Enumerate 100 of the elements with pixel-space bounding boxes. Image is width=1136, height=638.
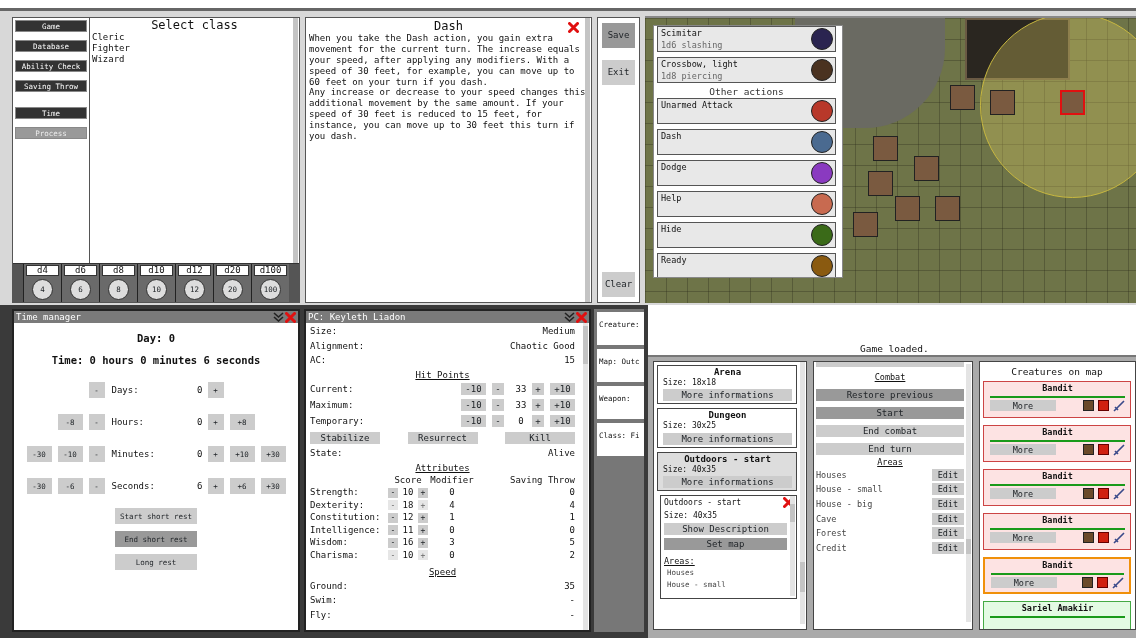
portrait-icon[interactable] [1082, 577, 1093, 589]
action-item[interactable]: Scimitar 1d6 slashing [657, 26, 836, 52]
creature-card[interactable]: Bandit More [983, 381, 1131, 419]
increment-button[interactable]: + [418, 487, 428, 498]
decrement-button[interactable]: - [388, 537, 398, 548]
info-button[interactable]: More informations [663, 476, 792, 489]
creature-card[interactable]: Bandit More [983, 425, 1131, 463]
square-icon[interactable] [1098, 488, 1109, 500]
action-item[interactable]: Unarmed Attack [657, 98, 836, 125]
increment-button[interactable]: +10 [550, 383, 575, 396]
scrollbar[interactable] [966, 364, 971, 622]
decrement-button[interactable]: - [492, 415, 504, 428]
more-button[interactable]: More [990, 532, 1056, 544]
creature-card[interactable]: Bandit More [983, 513, 1131, 551]
character-token[interactable] [950, 85, 975, 110]
increment-button[interactable]: +10 [550, 399, 575, 412]
action-item[interactable]: Ready [657, 253, 836, 277]
decrement-button[interactable]: -10 [461, 415, 486, 428]
character-token[interactable] [873, 136, 898, 161]
double-chevron-icon[interactable] [564, 312, 575, 322]
edit-button[interactable]: Edit [932, 468, 964, 481]
increment-button[interactable]: + [532, 383, 544, 396]
character-token[interactable] [853, 212, 878, 237]
more-button[interactable]: More [990, 444, 1056, 456]
increment-button[interactable]: + [418, 525, 428, 536]
scrollbar[interactable] [585, 18, 590, 302]
more-button[interactable]: More [990, 488, 1056, 500]
combat-button[interactable]: End turn [816, 442, 964, 455]
action-button[interactable]: Kill [505, 432, 575, 445]
decrement-button[interactable]: - [388, 487, 398, 498]
portrait-icon[interactable] [1083, 400, 1094, 412]
combat-button[interactable]: Start [816, 406, 964, 419]
class-list-item[interactable]: Fighter [92, 43, 297, 54]
double-chevron-icon[interactable] [273, 312, 284, 322]
character-token[interactable] [914, 156, 939, 181]
scrollbar[interactable] [293, 18, 298, 263]
decrement-button[interactable]: - [388, 512, 398, 523]
combat-button[interactable]: Restore previous [816, 388, 964, 401]
portrait-icon[interactable] [1083, 532, 1094, 544]
side-button[interactable]: Save [602, 23, 635, 48]
creature-card[interactable]: Sariel Amakiir [983, 601, 1131, 629]
square-icon[interactable] [1098, 532, 1109, 544]
scrollbar[interactable] [583, 323, 588, 630]
increment-button[interactable]: +10 [550, 415, 575, 428]
edit-button[interactable]: Edit [932, 498, 964, 511]
edit-button[interactable]: Edit [932, 527, 964, 540]
info-button[interactable]: More informations [663, 389, 792, 402]
combat-button[interactable]: End combat [816, 424, 964, 437]
map-card[interactable]: Arena Size: 18x18 More informations [657, 365, 797, 405]
battle-map[interactable]: Scimitar 1d6 slashing Crossbow, light 1d8 piercing Other actions Unarmed Attack Dash Dodge Help Hide Ready [645, 16, 1136, 303]
map-action-button[interactable]: Show Description [664, 523, 787, 536]
character-token[interactable] [895, 196, 920, 221]
action-item[interactable]: Dodge [657, 160, 836, 187]
portrait-icon[interactable] [1083, 488, 1094, 500]
decrement-button[interactable]: - [492, 383, 504, 396]
action-button[interactable]: Stabilize [310, 432, 380, 445]
more-button[interactable]: More [991, 577, 1057, 589]
increment-button[interactable]: + [418, 512, 428, 523]
creature-card[interactable]: Bandit More [983, 469, 1131, 507]
class-list-item[interactable]: Cleric [92, 32, 297, 44]
character-token[interactable] [868, 171, 893, 196]
edit-button[interactable]: Edit [932, 512, 964, 525]
character-token[interactable] [990, 90, 1015, 115]
increment-button[interactable]: + [418, 537, 428, 548]
map-action-button[interactable]: Set map [664, 538, 787, 551]
character-token[interactable] [935, 196, 960, 221]
map-card[interactable]: Outdoors - start Size: 40x35 More informations [657, 451, 797, 492]
edit-button[interactable]: Edit [932, 483, 964, 496]
sword-icon[interactable] [1112, 576, 1124, 589]
action-button[interactable]: Resurrect [407, 432, 478, 445]
class-list-item[interactable]: Wizard [92, 54, 297, 65]
side-button[interactable]: Clear [602, 272, 635, 297]
decrement-button[interactable]: - [492, 399, 504, 412]
sword-icon[interactable] [1113, 399, 1125, 412]
action-item[interactable]: Dash [657, 129, 836, 156]
portrait-icon[interactable] [1083, 444, 1094, 456]
action-item[interactable]: Crossbow, light 1d8 piercing [657, 57, 836, 83]
sword-icon[interactable] [1113, 487, 1125, 500]
more-button[interactable]: More [990, 400, 1056, 412]
square-icon[interactable] [1098, 400, 1109, 412]
square-icon[interactable] [1098, 444, 1109, 456]
decrement-button[interactable]: - [388, 525, 398, 536]
side-button[interactable]: Exit [602, 60, 635, 85]
scrollbar[interactable] [790, 496, 795, 597]
time-label: Time: 0 hours 0 minutes 6 seconds [50, 353, 262, 367]
action-item[interactable]: Hide [657, 222, 836, 249]
close-icon[interactable] [568, 22, 579, 33]
decrement-button[interactable]: -10 [461, 383, 486, 396]
sword-icon[interactable] [1113, 531, 1125, 544]
increment-button[interactable]: + [532, 415, 544, 428]
action-item[interactable]: Help [657, 191, 836, 218]
increment-button[interactable]: + [532, 399, 544, 412]
decrement-button[interactable]: -10 [461, 399, 486, 412]
info-button[interactable]: More informations [663, 432, 792, 445]
sword-icon[interactable] [1113, 443, 1125, 456]
map-card[interactable]: Dungeon Size: 30x25 More informations [657, 408, 797, 448]
scrollbar[interactable] [800, 362, 805, 624]
square-icon[interactable] [1097, 577, 1108, 589]
creature-card[interactable]: Bandit More [983, 557, 1131, 595]
edit-button[interactable]: Edit [932, 541, 964, 554]
